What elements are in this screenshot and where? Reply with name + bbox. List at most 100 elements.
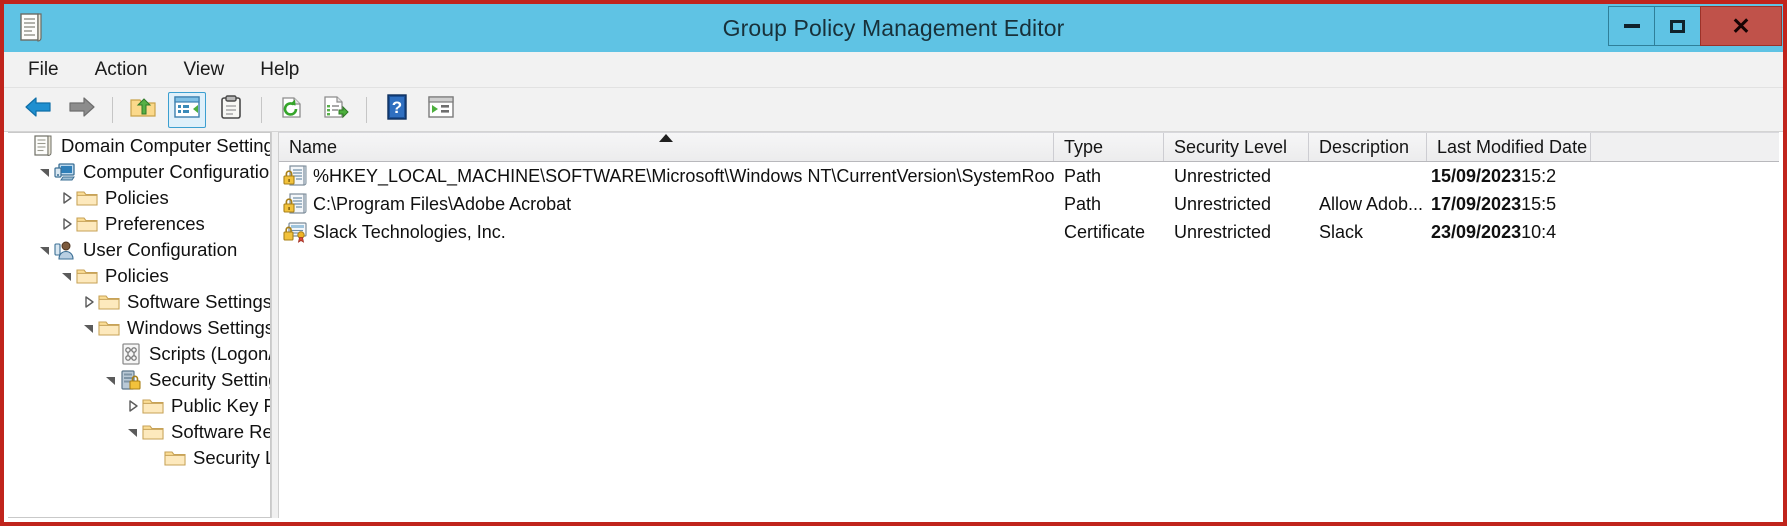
tree-expander-expanded-icon[interactable] (124, 423, 142, 441)
path-rule-icon (283, 193, 307, 215)
tree-item-public-key-policies[interactable]: Public Key Policies (8, 393, 270, 419)
policy-document-icon (18, 13, 44, 43)
tree-item-policies[interactable]: Policies (8, 263, 270, 289)
tree-expander-expanded-icon[interactable] (36, 163, 54, 181)
tree-item-label: Windows Settings (127, 317, 271, 338)
cell-name-label: C:\Program Files\Adobe Acrobat (313, 193, 572, 214)
back-button[interactable] (19, 92, 57, 128)
folder-icon (142, 422, 164, 442)
new-window-button[interactable] (422, 92, 460, 128)
tree-item-software-settings[interactable]: Software Settings (8, 289, 270, 315)
cell-type: Path (1064, 165, 1102, 186)
path-rule-icon (283, 165, 307, 187)
tree-item-label: Policies (105, 187, 169, 208)
toolbar-separator (112, 96, 113, 123)
show-hide-console-tree-button[interactable] (168, 91, 206, 128)
tree-item-label: Preferences (105, 213, 205, 234)
menu-view[interactable]: View (181, 56, 226, 84)
help-button[interactable]: ? (378, 92, 416, 128)
column-header-name[interactable]: Name (279, 133, 1054, 161)
column-header-last-modified-date[interactable]: Last Modified Date (1427, 133, 1591, 161)
tree-expander-collapsed-icon[interactable] (80, 293, 98, 311)
user-icon (54, 240, 76, 260)
column-header-security-level[interactable]: Security Level (1164, 133, 1309, 161)
tree-expander-expanded-icon[interactable] (102, 371, 120, 389)
list-row[interactable]: %HKEY_LOCAL_MACHINE\SOFTWARE\Microsoft\W… (279, 162, 1779, 190)
column-header-description[interactable]: Description (1309, 133, 1427, 161)
menu-action[interactable]: Action (93, 56, 150, 84)
tree-item-scripts-logon-logoff[interactable]: Scripts (Logon/Logoff) (8, 341, 270, 367)
tree-expander-expanded-icon[interactable] (58, 267, 76, 285)
content-area: Domain Computer Settings Computer Configu… (8, 132, 1779, 518)
last-modified-date-value: 23/09/2023 (1431, 221, 1522, 242)
minimize-button[interactable] (1608, 6, 1654, 46)
list-row[interactable]: Slack Technologies, Inc. Certificate Unres… (279, 218, 1779, 246)
cell-security-level: Unrestricted (1174, 165, 1272, 186)
cell-type: Certificate (1064, 221, 1146, 242)
tree-expander-expanded-icon[interactable] (80, 319, 98, 337)
tree-item-security-levels[interactable]: Security Levels (8, 445, 270, 471)
policy-document-icon (32, 135, 54, 156)
column-header-label: Name (289, 136, 338, 157)
up-one-level-button[interactable] (124, 92, 162, 128)
tree-item-domain-computer-settings[interactable]: Domain Computer Settings (8, 133, 270, 159)
pane-splitter[interactable] (271, 132, 279, 518)
tree-item-label: Policies (105, 265, 169, 286)
minimize-icon (1623, 24, 1640, 28)
refresh-button[interactable] (273, 92, 311, 128)
column-header-type[interactable]: Type (1054, 133, 1164, 161)
cell-name: %HKEY_LOCAL_MACHINE\SOFTWARE\Microsoft\W… (279, 165, 1054, 187)
tree-expander-collapsed-icon[interactable] (58, 189, 76, 207)
maximize-button[interactable] (1654, 6, 1700, 46)
tree-item-security-settings[interactable]: Security Settings (8, 367, 270, 393)
tree-item-computer-configuration[interactable]: Computer Configuration (8, 159, 270, 185)
rules-list-pane[interactable]: Name Type Security Level Description Last Mo… (279, 132, 1779, 518)
title-bar: Group Policy Management Editor ✕ (4, 4, 1783, 52)
last-modified-time-value: 10:4 (1521, 221, 1557, 242)
toolbar-separator (261, 96, 262, 123)
folder-icon (76, 188, 98, 208)
tree-item-software-restriction-policies[interactable]: Software Restriction Policies (8, 419, 270, 445)
tree-item-policies[interactable]: Policies (8, 185, 270, 211)
last-modified-date-value: 17/09/2023 (1431, 193, 1522, 214)
menu-bar: File Action View Help (4, 52, 1783, 88)
certificate-rule-icon (283, 221, 307, 243)
tree-item-user-configuration[interactable]: User Configuration (8, 237, 270, 263)
tree-item-label: Software Restriction Policies (171, 421, 271, 442)
tree-item-preferences[interactable]: Preferences (8, 211, 270, 237)
list-row[interactable]: C:\Program Files\Adobe Acrobat Path Unrest… (279, 190, 1779, 218)
tree-item-label: Computer Configuration (83, 161, 271, 182)
tree-item-windows-settings[interactable]: Windows Settings (8, 315, 270, 341)
scripts-icon (120, 343, 142, 365)
tree-expander-expanded-icon[interactable] (36, 241, 54, 259)
folder-icon (164, 448, 186, 468)
sort-ascending-icon (659, 134, 673, 142)
cell-last-modified-date: 15/09/2023 15:2 (1427, 166, 1591, 187)
tree-item-label: Scripts (Logon/Logoff) (149, 343, 271, 364)
tree-expander-collapsed-icon[interactable] (58, 215, 76, 233)
tree-item-label: User Configuration (83, 239, 238, 260)
cell-name: C:\Program Files\Adobe Acrobat (279, 193, 1054, 215)
tree-item-label: Security Settings (149, 369, 270, 390)
tree-expander-collapsed-icon[interactable] (124, 397, 142, 415)
forward-button[interactable] (63, 92, 101, 128)
folder-icon (98, 318, 120, 338)
menu-file[interactable]: File (26, 56, 61, 84)
close-button[interactable]: ✕ (1700, 6, 1782, 46)
tree-item-label: Software Settings (127, 291, 271, 312)
folder-icon (76, 266, 98, 286)
console-tree-pane[interactable]: Domain Computer Settings Computer Configu… (8, 132, 271, 518)
menu-help[interactable]: Help (258, 56, 301, 84)
cell-name-label: %HKEY_LOCAL_MACHINE\SOFTWARE\Microsoft\W… (313, 165, 1054, 186)
forward-arrow-icon (67, 95, 97, 124)
column-header-label: Type (1064, 136, 1104, 157)
list-rows: %HKEY_LOCAL_MACHINE\SOFTWARE\Microsoft\W… (279, 162, 1779, 246)
svg-text:?: ? (392, 98, 402, 117)
maximize-icon (1670, 19, 1685, 33)
properties-button[interactable] (212, 92, 250, 128)
toolbar: ? (4, 88, 1783, 132)
export-list-button[interactable] (317, 92, 355, 128)
last-modified-date-value: 15/09/2023 (1431, 165, 1522, 186)
cell-description: Allow Adob... (1319, 193, 1424, 214)
back-arrow-icon (23, 95, 53, 124)
